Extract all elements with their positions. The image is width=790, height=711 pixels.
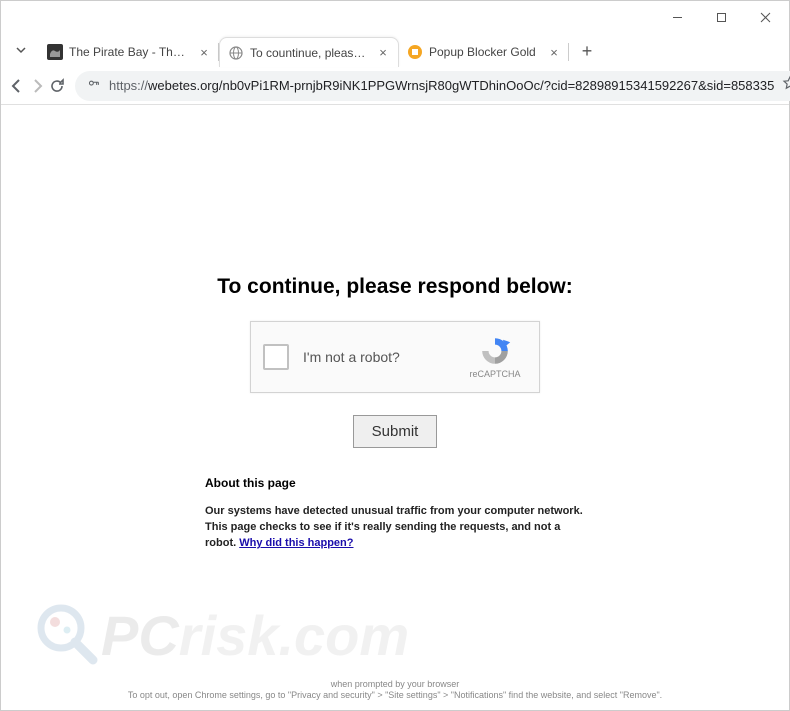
page-content: To continue, please respond below: I'm n… (1, 105, 789, 710)
submit-button[interactable]: Submit (353, 415, 438, 448)
close-button[interactable] (743, 2, 787, 32)
url-text: https://webetes.org/nb0vPi1RM-prnjbR9iNK… (109, 78, 774, 93)
tab-title: To countinue, please respond b (250, 46, 370, 60)
forward-button[interactable] (29, 71, 45, 101)
tab-search-button[interactable] (7, 36, 35, 64)
footer: when prompted by your browser To opt out… (1, 679, 789, 702)
page-heading: To continue, please respond below: (217, 275, 572, 299)
close-icon[interactable]: × (376, 46, 390, 60)
recaptcha-text: reCAPTCHA (469, 369, 520, 379)
watermark-text2: risk.com (179, 604, 409, 667)
about-title: About this page (205, 476, 585, 490)
tab-title: The Pirate Bay - The galaxy's m (69, 45, 191, 59)
window-titlebar (1, 1, 789, 33)
captcha-widget: I'm not a robot? reCAPTCHA (250, 321, 540, 393)
why-link[interactable]: Why did this happen? (239, 537, 353, 549)
address-bar[interactable]: https://webetes.org/nb0vPi1RM-prnjbR9iNK… (75, 71, 790, 101)
close-icon[interactable]: × (197, 45, 211, 59)
captcha-label: I'm not a robot? (303, 349, 463, 365)
maximize-button[interactable] (699, 2, 743, 32)
globe-icon (228, 45, 244, 61)
recaptcha-icon (479, 335, 511, 367)
about-section: About this page Our systems have detecte… (205, 476, 585, 552)
tab-title: Popup Blocker Gold (429, 45, 541, 59)
tab-favicon-icon (407, 44, 423, 60)
watermark: PCrisk.com (31, 600, 409, 670)
close-icon[interactable]: × (547, 45, 561, 59)
tab-popup-blocker[interactable]: Popup Blocker Gold × (399, 37, 569, 67)
minimize-button[interactable] (655, 2, 699, 32)
tab-webetes[interactable]: To countinue, please respond b × (219, 37, 399, 67)
about-text: Our systems have detected unusual traffi… (205, 504, 585, 552)
footer-line1: when prompted by your browser (1, 679, 789, 691)
magnifier-icon (31, 600, 101, 670)
reload-button[interactable] (49, 71, 65, 101)
toolbar: https://webetes.org/nb0vPi1RM-prnjbR9iNK… (1, 67, 789, 105)
back-button[interactable] (9, 71, 25, 101)
watermark-text1: PC (101, 604, 179, 667)
captcha-checkbox[interactable] (263, 344, 289, 370)
tab-bar: The Pirate Bay - The galaxy's m × To cou… (1, 33, 789, 67)
tab-piratebay[interactable]: The Pirate Bay - The galaxy's m × (39, 37, 219, 67)
browser-window: The Pirate Bay - The galaxy's m × To cou… (0, 0, 790, 711)
bookmark-icon[interactable] (782, 75, 790, 96)
new-tab-button[interactable]: + (573, 37, 601, 65)
tab-favicon-icon (47, 44, 63, 60)
recaptcha-badge: reCAPTCHA (463, 335, 527, 379)
site-info-icon[interactable] (87, 77, 101, 94)
footer-line2: To opt out, open Chrome settings, go to … (1, 690, 789, 702)
